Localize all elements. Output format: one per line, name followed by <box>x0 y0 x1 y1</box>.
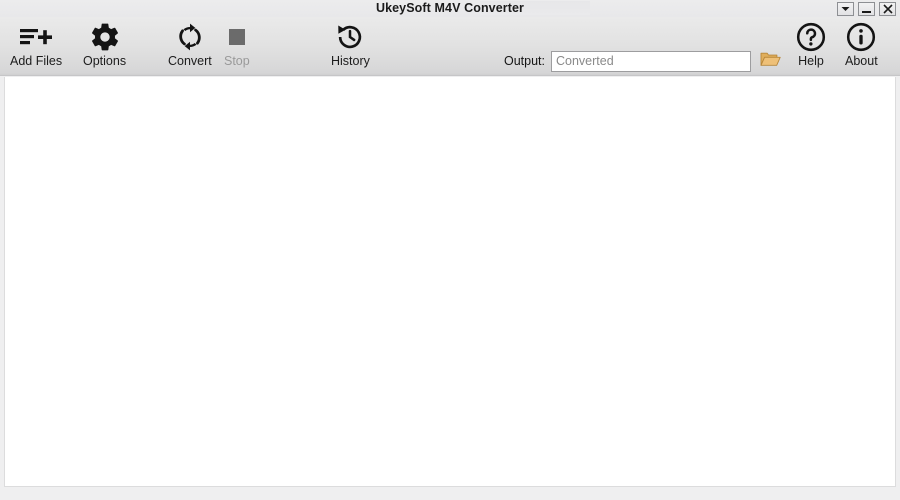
toolbar-button-add-files[interactable]: Add Files <box>10 20 62 68</box>
toolbar-button-about[interactable]: About <box>845 20 878 68</box>
toolbar-label-history: History <box>331 54 370 68</box>
window-controls <box>837 2 896 16</box>
add-files-icon <box>18 20 54 54</box>
minimize-icon <box>861 5 872 14</box>
dropdown-button[interactable] <box>837 2 854 16</box>
question-circle-icon <box>795 20 827 54</box>
toolbar-label-options: Options <box>83 54 127 68</box>
refresh-icon <box>174 20 206 54</box>
gear-icon <box>88 20 122 54</box>
toolbar-label-stop: Stop <box>224 54 250 68</box>
toolbar-button-help[interactable]: Help <box>795 20 827 68</box>
title-bar: UkeySoft M4V Converter <box>0 0 900 17</box>
window-title: UkeySoft M4V Converter <box>375 1 525 15</box>
info-circle-icon <box>845 20 877 54</box>
output-label: Output: <box>504 54 545 68</box>
toolbar-button-options[interactable]: Options <box>83 20 126 68</box>
browse-output-folder-button[interactable] <box>759 50 781 72</box>
toolbar-button-convert[interactable]: Convert <box>168 20 212 68</box>
chevron-down-icon <box>841 6 850 12</box>
output-group: Output: <box>504 50 781 72</box>
toolbar: Add Files Options Convert Stop History O… <box>0 17 900 76</box>
toolbar-button-stop[interactable]: Stop <box>224 20 250 68</box>
status-bar <box>0 487 900 500</box>
toolbar-label-convert: Convert <box>168 54 212 68</box>
history-clock-icon <box>334 20 366 54</box>
toolbar-label-help: Help <box>798 54 824 68</box>
toolbar-button-history[interactable]: History <box>331 20 370 68</box>
folder-open-icon <box>760 50 781 73</box>
file-list-area[interactable] <box>4 77 896 487</box>
minimize-button[interactable] <box>858 2 875 16</box>
toolbar-label-add-files: Add Files <box>10 54 63 68</box>
stop-square-icon <box>225 20 249 54</box>
content-wrapper <box>0 76 900 487</box>
output-path-input[interactable] <box>551 50 751 72</box>
close-button[interactable] <box>879 2 896 16</box>
app-window: UkeySoft M4V Converter Add Files Options… <box>0 0 900 500</box>
close-icon <box>882 4 893 14</box>
toolbar-label-about: About <box>845 54 878 68</box>
